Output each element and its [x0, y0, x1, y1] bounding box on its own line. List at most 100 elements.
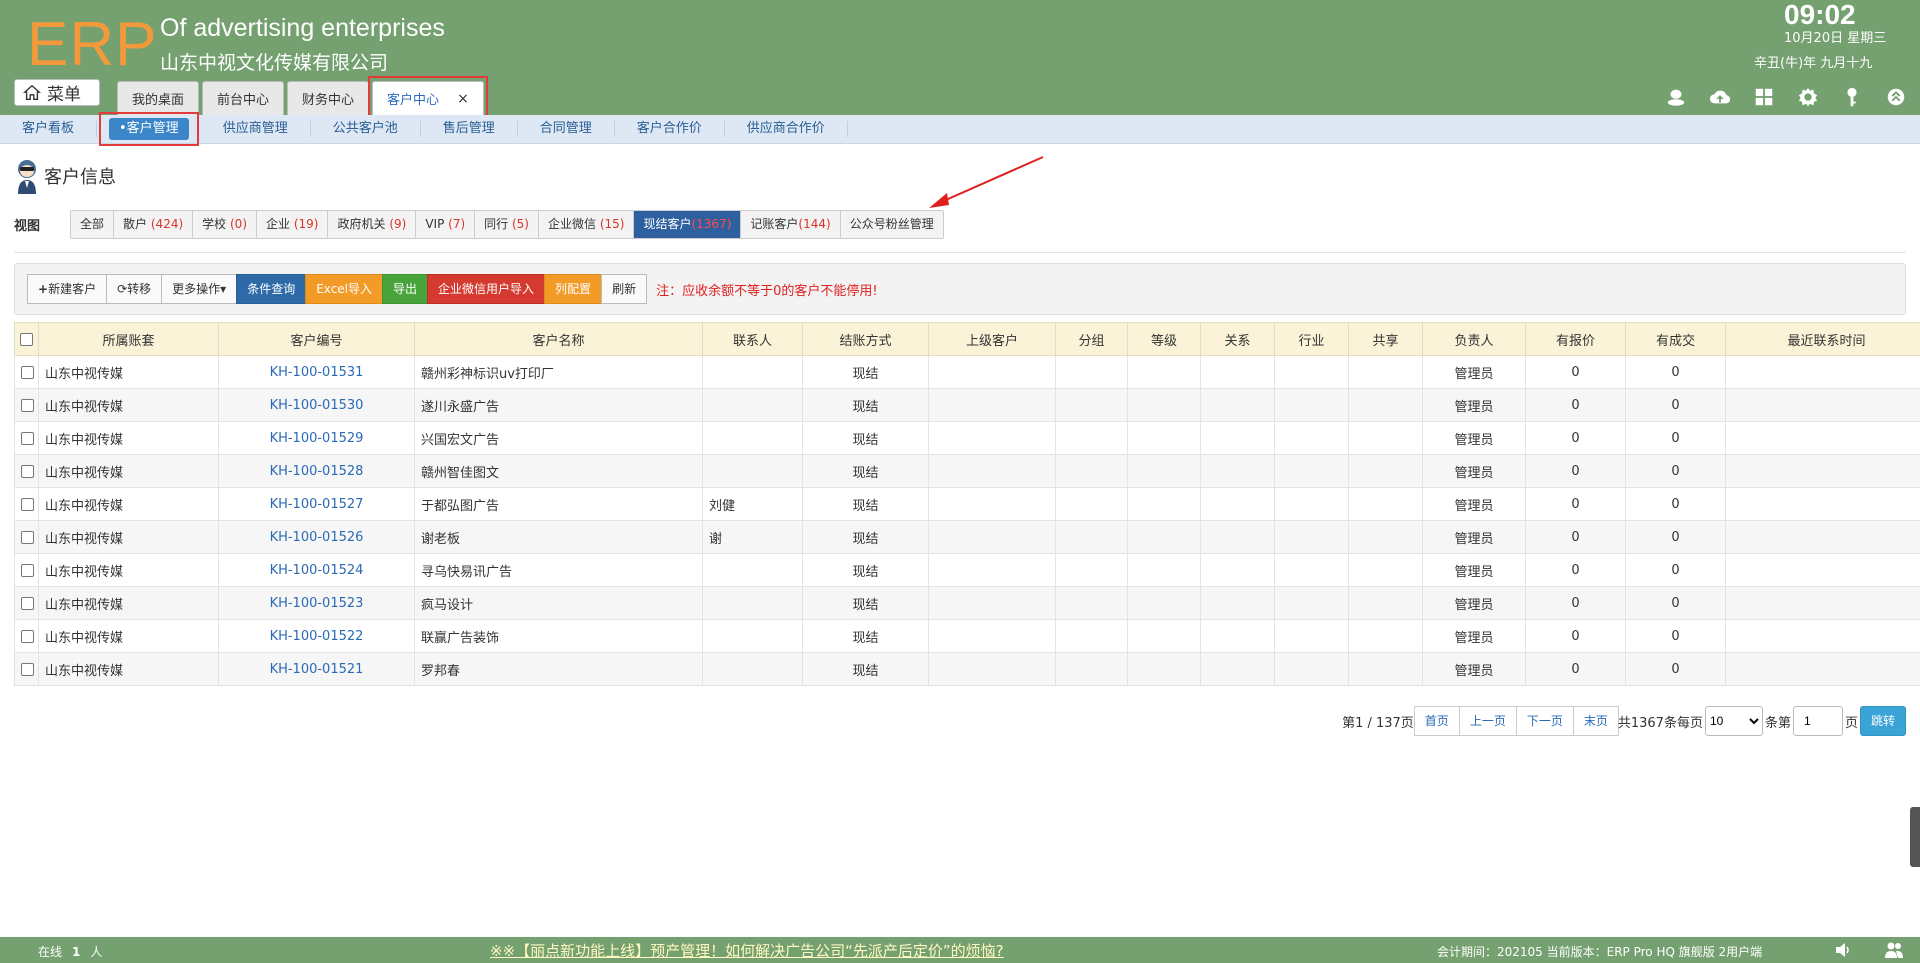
- table-row[interactable]: 山东中视传媒 KH-100-01528 赣州智佳图文 现结 管理员 0 0: [14, 454, 1920, 488]
- next-page-button[interactable]: 下一页: [1515, 706, 1574, 736]
- last-page-button[interactable]: 末页: [1572, 706, 1619, 736]
- column-header[interactable]: 行业: [1274, 322, 1349, 356]
- subnav-customer-price[interactable]: 客户合作价: [615, 121, 725, 137]
- view-tab-all[interactable]: 全部: [71, 211, 115, 238]
- first-page-button[interactable]: 首页: [1413, 706, 1460, 736]
- table-cell: 谢老板: [414, 520, 703, 554]
- subnav-customer-management[interactable]: •客户管理: [99, 112, 199, 146]
- user-icon[interactable]: [1664, 86, 1688, 108]
- table-row[interactable]: 山东中视传媒 KH-100-01531 赣州彩神标识uv打印厂 现结 管理员 0 0: [14, 355, 1920, 389]
- tab-customer-center[interactable]: 客户中心 ×: [368, 76, 488, 117]
- view-tab-wecom[interactable]: 企业微信 (15): [538, 211, 635, 238]
- customer-code-link[interactable]: KH-100-01522: [218, 619, 415, 653]
- news-link[interactable]: ※※【丽点新功能上线】预产管理！如何解决广告公司“先派产后定价”的烦恼?: [490, 940, 1004, 961]
- tab-front-desk[interactable]: 前台中心: [202, 81, 285, 115]
- customer-code-link[interactable]: KH-100-01523: [218, 586, 415, 620]
- table-row[interactable]: 山东中视传媒 KH-100-01521 罗邦春 现结 管理员 0 0: [14, 652, 1920, 686]
- speaker-icon[interactable]: [1834, 940, 1854, 960]
- refresh-button[interactable]: 刷新: [601, 274, 648, 304]
- close-icon[interactable]: ×: [457, 91, 469, 107]
- view-tab-fans-management[interactable]: 公众号粉丝管理: [840, 211, 943, 238]
- column-header[interactable]: 最近联系时间: [1725, 322, 1920, 356]
- apps-icon[interactable]: [1752, 86, 1776, 108]
- tab-label: 财务中心: [302, 93, 355, 108]
- subnav-customer-board[interactable]: 客户看板: [0, 121, 98, 137]
- column-header[interactable]: 联系人: [702, 322, 803, 356]
- customer-code-link[interactable]: KH-100-01531: [218, 355, 415, 389]
- view-tab-retail[interactable]: 散户 (424): [114, 211, 194, 238]
- view-tab-credit-customers[interactable]: 记账客户(144): [741, 211, 841, 238]
- cloud-upload-icon[interactable]: [1708, 86, 1732, 108]
- subnav-after-sales[interactable]: 售后管理: [421, 121, 518, 137]
- customer-code-link[interactable]: KH-100-01530: [218, 388, 415, 422]
- view-tab-peer[interactable]: 同行 (5): [475, 211, 539, 238]
- view-tab-vip[interactable]: VIP (7): [416, 211, 476, 238]
- users-icon[interactable]: [1884, 940, 1904, 960]
- table-row[interactable]: 山东中视传媒 KH-100-01529 兴国宏文广告 现结 管理员 0 0: [14, 421, 1920, 455]
- column-header[interactable]: 关系: [1200, 322, 1275, 356]
- jump-button[interactable]: 跳转: [1859, 706, 1906, 736]
- table-row[interactable]: 山东中视传媒 KH-100-01527 于都弘图广告 刘健 现结 管理员 0 0: [14, 487, 1920, 521]
- customer-code-link[interactable]: KH-100-01524: [218, 553, 415, 587]
- customer-code-link[interactable]: KH-100-01527: [218, 487, 415, 521]
- column-header[interactable]: 等级: [1127, 322, 1201, 356]
- view-tab-cash-customers[interactable]: 现结客户(1367): [634, 211, 742, 238]
- excel-import-button[interactable]: Excel导入: [305, 274, 384, 304]
- column-header[interactable]: 结账方式: [802, 322, 929, 356]
- column-header[interactable]: 客户名称: [414, 322, 703, 356]
- subnav-contracts[interactable]: 合同管理: [518, 121, 615, 137]
- side-panel-handle[interactable]: [1910, 807, 1920, 867]
- column-config-button[interactable]: 列配置: [544, 274, 603, 304]
- menu-button[interactable]: 菜单: [14, 79, 100, 106]
- transfer-button[interactable]: ⟳转移: [106, 274, 163, 304]
- column-header[interactable]: 有报价: [1525, 322, 1626, 356]
- wecom-import-button[interactable]: 企业微信用户导入: [427, 274, 546, 304]
- key-icon[interactable]: [1840, 86, 1864, 108]
- page-number-input[interactable]: [1792, 706, 1843, 736]
- row-checkbox[interactable]: [14, 619, 39, 653]
- customer-code-link[interactable]: KH-100-01526: [218, 520, 415, 554]
- customer-code-link[interactable]: KH-100-01521: [218, 652, 415, 686]
- column-header[interactable]: 共享: [1348, 322, 1423, 356]
- row-checkbox[interactable]: [14, 421, 39, 455]
- per-page-select[interactable]: 10: [1704, 706, 1763, 736]
- tab-finance[interactable]: 财务中心: [287, 81, 370, 115]
- table-row[interactable]: 山东中视传媒 KH-100-01526 谢老板谢现结 管理员 0 0: [14, 520, 1920, 554]
- select-all-checkbox[interactable]: [14, 322, 39, 356]
- condition-query-button[interactable]: 条件查询: [236, 274, 307, 304]
- customer-code-link[interactable]: KH-100-01529: [218, 421, 415, 455]
- table-row[interactable]: 山东中视传媒 KH-100-01522 联赢广告装饰 现结 管理员 0 0: [14, 619, 1920, 653]
- table-row[interactable]: 山东中视传媒 KH-100-01524 寻乌快易讯广告 现结 管理员 0 0: [14, 553, 1920, 587]
- scroll-top-icon[interactable]: [1884, 86, 1908, 108]
- row-checkbox[interactable]: [14, 586, 39, 620]
- view-tab-enterprise[interactable]: 企业 (19): [257, 211, 329, 238]
- customer-code-link[interactable]: KH-100-01528: [218, 454, 415, 488]
- more-actions-button[interactable]: 更多操作▾: [161, 274, 238, 304]
- row-checkbox[interactable]: [14, 487, 39, 521]
- export-button[interactable]: 导出: [382, 274, 429, 304]
- table-cell: [702, 553, 803, 587]
- table-row[interactable]: 山东中视传媒 KH-100-01530 遂川永盛广告 现结 管理员 0 0: [14, 388, 1920, 422]
- column-header[interactable]: 分组: [1055, 322, 1128, 356]
- view-tab-government[interactable]: 政府机关 (9): [328, 211, 417, 238]
- new-customer-button[interactable]: +新建客户: [27, 274, 108, 304]
- subnav-supplier-price[interactable]: 供应商合作价: [725, 121, 848, 137]
- column-header[interactable]: 负责人: [1422, 322, 1526, 356]
- view-tab-school[interactable]: 学校 (0): [193, 211, 257, 238]
- tab-my-desktop[interactable]: 我的桌面: [117, 81, 200, 115]
- table-row[interactable]: 山东中视传媒 KH-100-01523 疯马设计 现结 管理员 0 0: [14, 586, 1920, 620]
- row-checkbox[interactable]: [14, 553, 39, 587]
- gear-icon[interactable]: [1796, 86, 1820, 108]
- column-header[interactable]: 客户编号: [218, 322, 415, 356]
- row-checkbox[interactable]: [14, 520, 39, 554]
- subnav-public-customer-pool[interactable]: 公共客户池: [311, 121, 421, 137]
- column-header[interactable]: 上级客户: [928, 322, 1056, 356]
- row-checkbox[interactable]: [14, 355, 39, 389]
- column-header[interactable]: 所属账套: [38, 322, 219, 356]
- row-checkbox[interactable]: [14, 388, 39, 422]
- row-checkbox[interactable]: [14, 652, 39, 686]
- row-checkbox[interactable]: [14, 454, 39, 488]
- prev-page-button[interactable]: 上一页: [1458, 706, 1517, 736]
- column-header[interactable]: 有成交: [1625, 322, 1726, 356]
- subnav-supplier-management[interactable]: 供应商管理: [201, 121, 311, 137]
